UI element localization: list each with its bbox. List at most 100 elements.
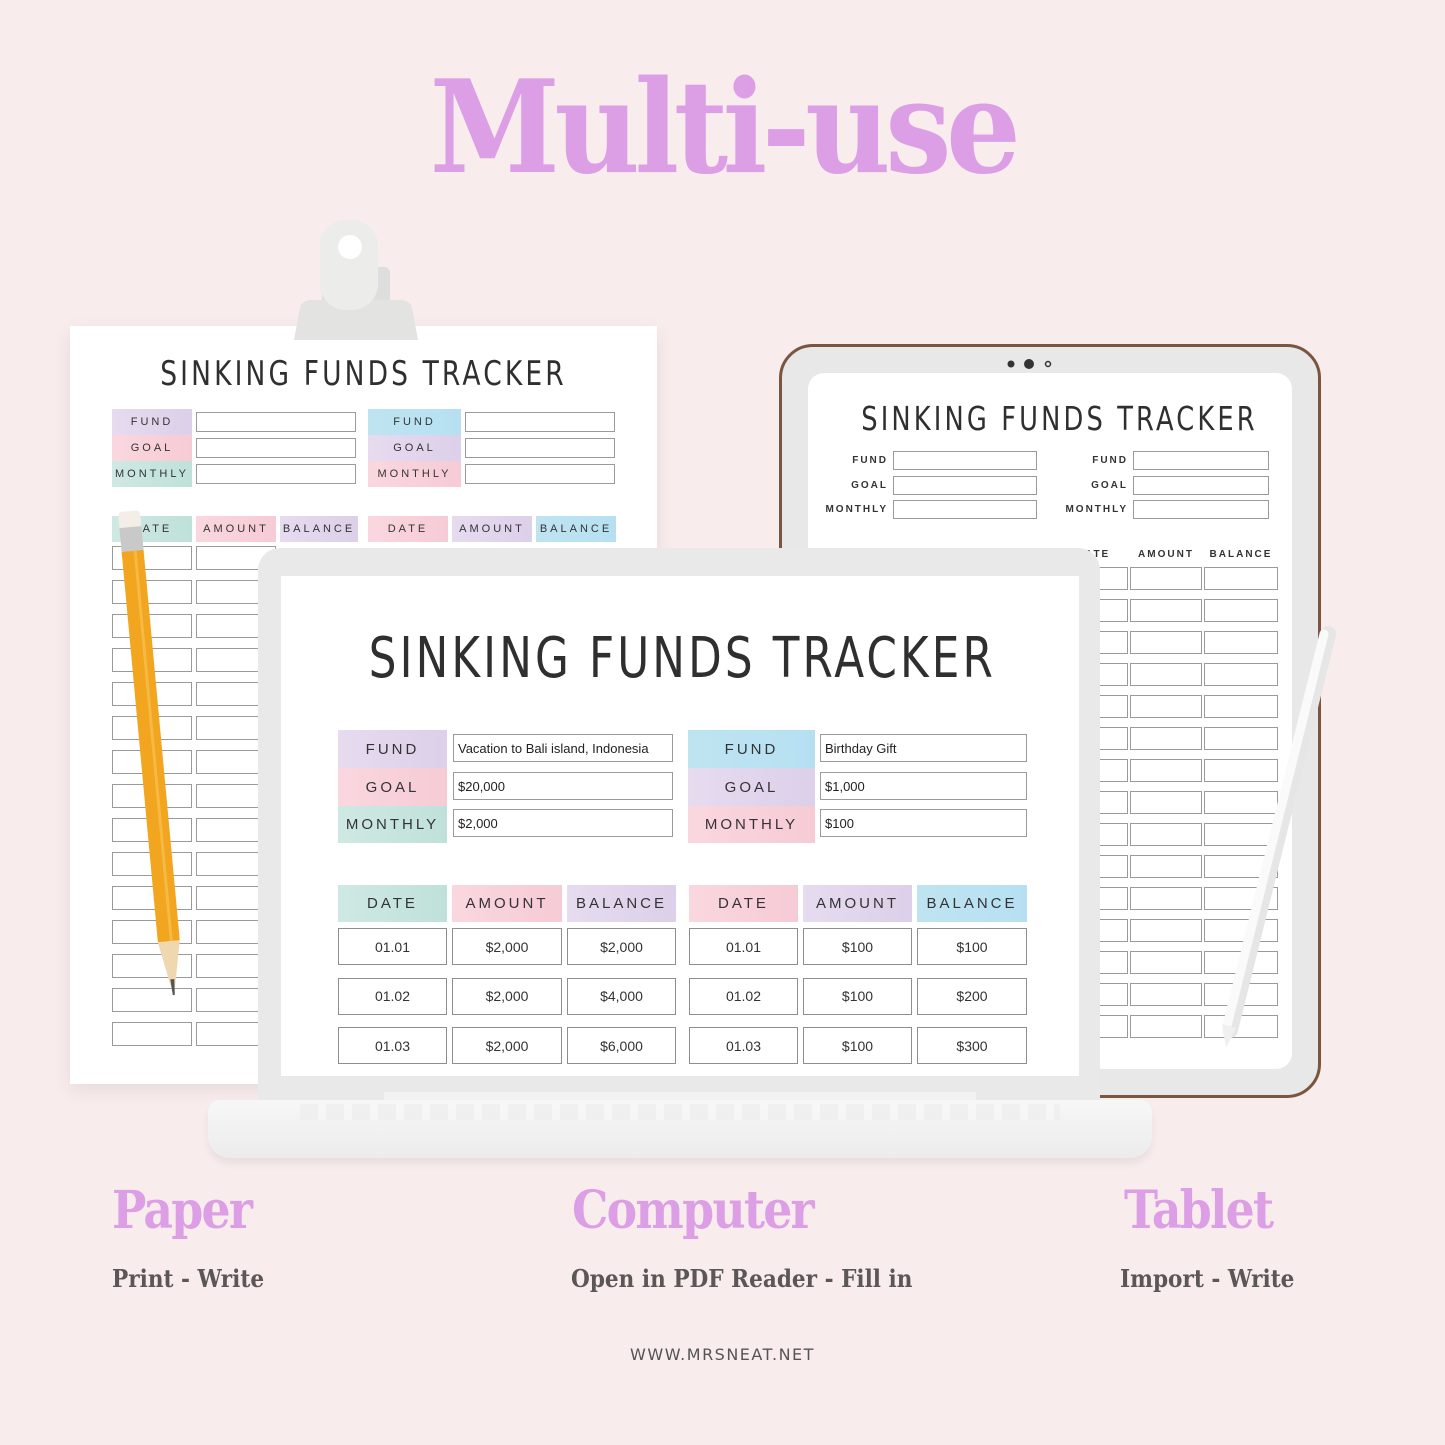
table1-date-cell[interactable]: 01.01 [338,928,447,965]
fund2-fund-input[interactable]: Birthday Gift [820,734,1027,762]
fund1-fund-label: FUND [338,730,447,768]
tablet-camera-icon [1007,357,1067,371]
table2-balance-cell[interactable]: $300 [917,1027,1027,1064]
tablet-fund-label: FUND [852,455,888,466]
table1-amount-cell[interactable]: $2,000 [452,928,562,965]
caption-paper-subtitle: Print - Write [112,1264,265,1293]
tablet-fund-field-2 [1133,451,1269,470]
caption-tablet-title: Tablet [1124,1180,1274,1241]
tablet-monthly-field-2 [1133,500,1269,519]
paper-fund-field [196,412,356,432]
caption-paper-title: Paper [112,1180,253,1241]
table2-balance-header: BALANCE [917,885,1027,922]
paper-monthly-field-2 [465,464,615,484]
paper-monthly-field [196,464,356,484]
tablet-blank-cell [1130,983,1202,1006]
laptop-keyboard [300,1104,1060,1120]
paper-fund-label: FUND [112,409,192,435]
table1-balance-cell[interactable]: $2,000 [567,928,676,965]
table2-amount-cell[interactable]: $100 [803,928,912,965]
tablet-amount-header: AMOUNT [1138,549,1194,560]
fund1-monthly-input[interactable]: $2,000 [453,809,673,837]
table1-balance-cell[interactable]: $4,000 [567,977,676,1015]
table1-balance-cell[interactable]: $6,000 [567,1027,676,1064]
table1-date-cell[interactable]: 01.02 [338,977,447,1015]
website-link[interactable]: WWW.MRSNEAT.NET [0,1345,1445,1364]
paper-amount-header-2: AMOUNT [452,516,532,542]
table1-amount-cell[interactable]: $2,000 [452,977,562,1015]
pencil-icon [108,500,198,1020]
fund2-goal-label: GOAL [688,768,815,806]
tablet-blank-cell [1130,727,1202,750]
tablet-blank-cell [1130,695,1202,718]
tablet-blank-cell [1204,567,1278,590]
table1-amount-header: AMOUNT [452,885,562,922]
paper-monthly-label: MONTHLY [112,461,192,487]
tablet-blank-cell [1130,951,1202,974]
tablet-goal-label: GOAL [851,480,888,491]
caption-tablet-subtitle: Import - Write [1120,1264,1295,1293]
table2-balance-cell[interactable]: $100 [917,928,1027,965]
paper-amount-header: AMOUNT [196,516,276,542]
table2-date-cell[interactable]: 01.03 [689,1027,798,1064]
paper-goal-field-2 [465,438,615,458]
tablet-fund-field [893,451,1037,470]
fund1-monthly-label: MONTHLY [338,806,447,843]
tablet-blank-cell [1130,887,1202,910]
tablet-balance-header: BALANCE [1209,549,1273,560]
tablet-blank-cell [1204,599,1278,622]
table2-balance-cell[interactable]: $200 [917,977,1027,1015]
fund1-goal-label: GOAL [338,768,447,806]
paper-balance-header-2: BALANCE [536,516,616,542]
paper-date-header-2: DATE [368,516,448,542]
table1-amount-cell[interactable]: $2,000 [452,1027,562,1064]
tablet-goal-field-2 [1133,476,1269,495]
binder-clip-icon [290,212,422,342]
caption-computer-title: Computer [572,1180,815,1241]
tablet-blank-cell [1130,567,1202,590]
tablet-fund-label-2: FUND [1092,455,1128,466]
paper-title: SINKING FUNDS TRACKER [160,354,567,394]
paper-monthly-label-2: MONTHLY [368,461,461,487]
paper-blank-cell [112,1022,192,1046]
tablet-monthly-label-2: MONTHLY [1065,504,1128,515]
caption-computer-subtitle: Open in PDF Reader - Fill in [571,1264,913,1293]
table2-date-header: DATE [689,885,798,922]
tablet-monthly-field [893,500,1037,519]
fund1-goal-input[interactable]: $20,000 [453,772,673,800]
paper-balance-header: BALANCE [280,516,358,542]
table2-date-cell[interactable]: 01.02 [689,977,798,1015]
tablet-blank-cell [1130,759,1202,782]
tablet-blank-cell [1130,919,1202,942]
fund2-goal-input[interactable]: $1,000 [820,772,1027,800]
tablet-blank-cell [1130,855,1202,878]
table2-amount-header: AMOUNT [803,885,912,922]
paper-fund-field-2 [465,412,615,432]
table1-balance-header: BALANCE [567,885,676,922]
laptop-title: SINKING FUNDS TRACKER [368,626,996,691]
tablet-blank-cell [1130,663,1202,686]
tablet-blank-cell [1130,631,1202,654]
fund2-fund-label: FUND [688,730,815,768]
laptop-screen: SINKING FUNDS TRACKER FUND GOAL MONTHLY … [281,576,1079,1076]
tablet-blank-cell [1130,599,1202,622]
paper-goal-label: GOAL [112,435,192,461]
table2-amount-cell[interactable]: $100 [803,977,912,1015]
tablet-goal-label-2: GOAL [1091,480,1128,491]
table2-amount-cell[interactable]: $100 [803,1027,912,1064]
tablet-blank-cell [1130,823,1202,846]
tablet-title: SINKING FUNDS TRACKER [861,399,1258,438]
headline: Multi-use [429,53,1021,203]
tablet-blank-cell [1130,791,1202,814]
paper-goal-label-2: GOAL [368,435,461,461]
fund2-monthly-input[interactable]: $100 [820,809,1027,837]
paper-fund-label-2: FUND [368,409,461,435]
table1-date-header: DATE [338,885,447,922]
stylus-icon [1210,620,1350,1060]
paper-goal-field [196,438,356,458]
table1-date-cell[interactable]: 01.03 [338,1027,447,1064]
table2-date-cell[interactable]: 01.01 [689,928,798,965]
tablet-monthly-label: MONTHLY [825,504,888,515]
fund2-monthly-label: MONTHLY [688,806,815,843]
fund1-fund-input[interactable]: Vacation to Bali island, Indonesia [453,734,673,762]
